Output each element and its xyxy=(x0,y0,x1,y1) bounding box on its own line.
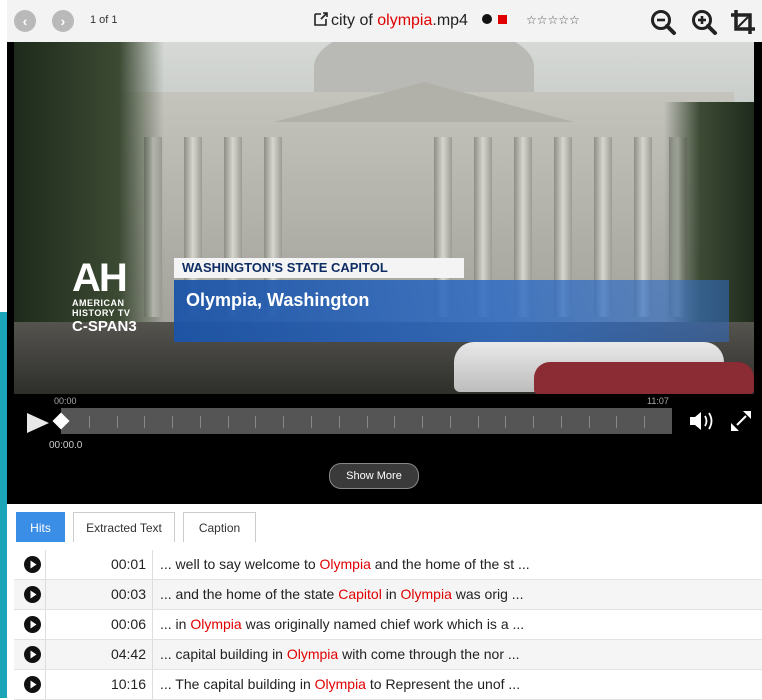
hit-snippet: ... in Olympia was originally named chie… xyxy=(160,610,524,639)
hit-text-part: ... well to say welcome to xyxy=(160,556,320,572)
play-circle-icon[interactable] xyxy=(24,556,41,573)
title-suffix: .mp4 xyxy=(432,12,468,29)
hit-text-part: ... capital building in xyxy=(160,646,287,662)
timeline-tick xyxy=(644,416,645,428)
hit-text-part: in xyxy=(381,586,401,602)
timeline-tick xyxy=(283,416,284,428)
hit-row[interactable]: 00:03 ... and the home of the state Capit… xyxy=(14,580,762,610)
play-circle-icon[interactable] xyxy=(24,646,41,663)
hit-row[interactable]: 10:16 ... The capital building in Olympia… xyxy=(14,670,762,700)
timeline-tick xyxy=(478,416,479,428)
status-dot-icon xyxy=(482,14,493,24)
hit-text-part: was originally named chief work which is… xyxy=(241,616,525,632)
rating-stars[interactable]: ☆☆☆☆☆ xyxy=(526,13,580,27)
hit-timestamp[interactable]: 00:06 xyxy=(46,610,146,639)
timeline-tick xyxy=(89,416,90,428)
timeline-tick xyxy=(616,416,617,428)
timeline-tick xyxy=(255,416,256,428)
hits-list: 00:01 ... well to say welcome to Olympia … xyxy=(14,550,762,700)
timeline-tick xyxy=(589,416,590,428)
timeline-end-time: 11:07 xyxy=(647,396,669,406)
play-icon[interactable] xyxy=(25,410,51,436)
timeline-tick xyxy=(200,416,201,428)
flag-square-icon xyxy=(498,15,508,24)
timeline-tick xyxy=(144,416,145,428)
hit-row[interactable]: 00:01 ... well to say welcome to Olympia … xyxy=(14,550,762,580)
show-more-button[interactable]: Show More xyxy=(329,463,419,489)
top-toolbar: ‹ › 1 of 1 city of olympia.mp4 ☆☆☆☆☆ xyxy=(7,0,762,43)
channel-logo: AH AMERICAN HISTORY TV C-SPAN3 xyxy=(72,256,137,335)
hit-keyword: Capitol xyxy=(338,586,382,602)
video-player: AH AMERICAN HISTORY TV C-SPAN3 WASHINGTO… xyxy=(7,42,762,504)
media-viewer: ‹ › 1 of 1 city of olympia.mp4 ☆☆☆☆☆ AH … xyxy=(7,0,762,700)
hit-timestamp[interactable]: 00:03 xyxy=(46,580,146,609)
hit-keyword: Olympia xyxy=(286,646,339,662)
zoom-out-icon[interactable] xyxy=(649,8,677,36)
hit-snippet: ... The capital building in Olympia to R… xyxy=(160,670,520,699)
hit-keyword: Olympia xyxy=(319,556,371,572)
timeline-tick xyxy=(561,416,562,428)
play-circle-icon[interactable] xyxy=(24,616,41,633)
hit-snippet: ... capital building in Olympia with com… xyxy=(160,640,520,669)
tab-caption[interactable]: Caption xyxy=(183,512,256,542)
zoom-in-icon[interactable] xyxy=(690,8,718,36)
timeline-scrubber[interactable] xyxy=(61,408,672,434)
video-frame[interactable]: AH AMERICAN HISTORY TV C-SPAN3 WASHINGTO… xyxy=(14,42,754,394)
timeline-tick xyxy=(228,416,229,428)
hit-row[interactable]: 00:06 ... in Olympia was originally named… xyxy=(14,610,762,640)
file-title[interactable]: city of olympia.mp4 xyxy=(313,11,508,30)
play-circle-icon[interactable] xyxy=(24,676,41,693)
forward-arrow-icon[interactable]: › xyxy=(52,10,74,32)
title-prefix: city of xyxy=(331,12,378,29)
timeline-tick xyxy=(422,416,423,428)
hit-text-part: ... and the home of the state xyxy=(160,586,339,602)
timeline-tick xyxy=(394,416,395,428)
lower-third-caption: WASHINGTON'S STATE CAPITOL Olympia, Wash… xyxy=(174,258,729,342)
timeline-tick xyxy=(505,416,506,428)
play-circle-icon[interactable] xyxy=(24,586,41,603)
timeline-tick xyxy=(339,416,340,428)
timeline-tick xyxy=(117,416,118,428)
lower-third-title: WASHINGTON'S STATE CAPITOL xyxy=(174,258,464,278)
hit-timestamp[interactable]: 00:01 xyxy=(46,550,146,579)
fullscreen-icon[interactable] xyxy=(729,409,753,433)
hit-timestamp[interactable]: 10:16 xyxy=(46,670,146,699)
timeline-tick xyxy=(533,416,534,428)
tab-extracted-text[interactable]: Extracted Text xyxy=(73,512,175,542)
hit-row[interactable]: 04:42 ... capital building in Olympia wit… xyxy=(14,640,762,670)
hit-snippet: ... and the home of the state Capitol in… xyxy=(160,580,523,609)
timeline-tick xyxy=(367,416,368,428)
title-highlight: olympia xyxy=(377,12,433,29)
hit-text-part: and the home of the st ... xyxy=(370,556,530,572)
hit-text-part: to Represent the unof ... xyxy=(365,676,521,692)
current-time: 00:00.0 xyxy=(49,440,83,451)
tab-hits[interactable]: Hits xyxy=(16,512,65,542)
left-accent-bar xyxy=(0,312,7,698)
timeline-start-time: 00:00 xyxy=(54,396,77,406)
hit-text-part: ... The capital building in xyxy=(160,676,315,692)
crop-icon[interactable] xyxy=(729,8,757,36)
timeline-tick xyxy=(311,416,312,428)
lower-third-subtitle: Olympia, Washington xyxy=(174,280,729,342)
hit-text-part: was orig ... xyxy=(451,586,524,602)
timeline-tick xyxy=(450,416,451,428)
hit-text-part: with come through the nor ... xyxy=(338,646,520,662)
hit-text-part: ... in xyxy=(160,616,191,632)
timeline-tick xyxy=(172,416,173,428)
page-counter: 1 of 1 xyxy=(90,14,118,26)
hit-snippet: ... well to say welcome to Olympia and t… xyxy=(160,550,530,579)
volume-icon[interactable] xyxy=(688,410,716,432)
hit-timestamp[interactable]: 04:42 xyxy=(46,640,146,669)
hit-keyword: Olympia xyxy=(314,676,366,692)
hit-keyword: Olympia xyxy=(400,586,452,602)
hit-keyword: Olympia xyxy=(190,616,242,632)
back-arrow-icon[interactable]: ‹ xyxy=(14,10,36,32)
external-link-icon[interactable] xyxy=(313,11,329,27)
